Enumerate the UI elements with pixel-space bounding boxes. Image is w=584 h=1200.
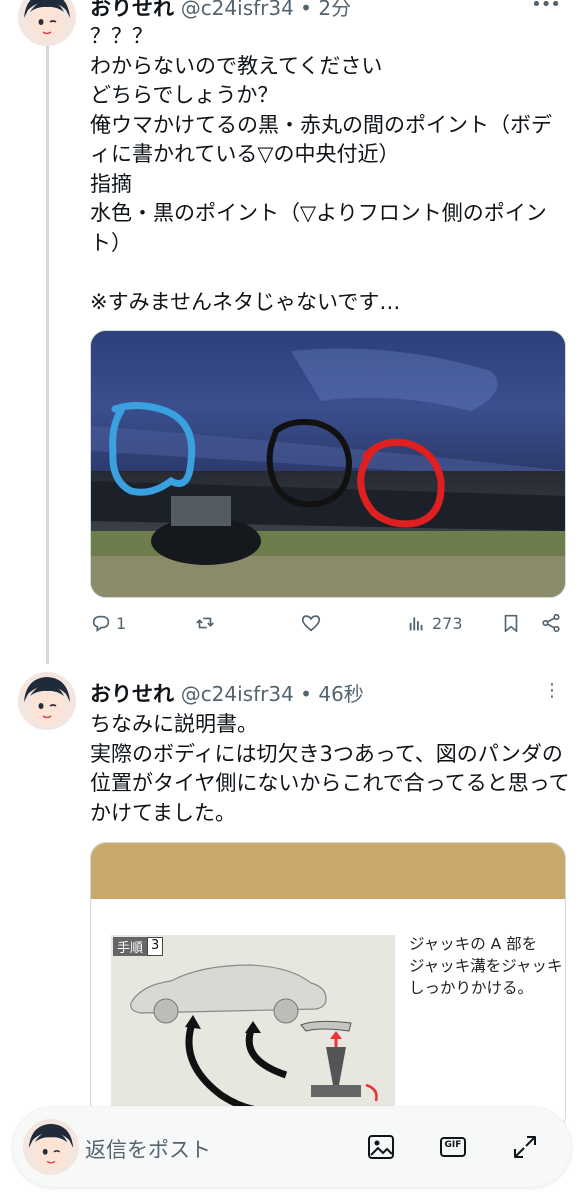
separator-dot: • xyxy=(293,682,319,706)
car-jack-diagram xyxy=(130,964,378,1115)
views-button[interactable]: 273 xyxy=(406,612,463,634)
reply-icon xyxy=(92,615,110,632)
gif-label: GIF xyxy=(444,1140,462,1150)
manual-illustration: 手順 3 xyxy=(111,935,395,1115)
bookmark-icon xyxy=(504,614,518,633)
handle[interactable]: @c24isfr34 xyxy=(181,0,294,20)
avatar xyxy=(23,1119,79,1175)
expand-button[interactable] xyxy=(509,1131,541,1163)
avatar-image xyxy=(18,0,76,46)
image-icon xyxy=(368,1135,394,1159)
views-chart-icon xyxy=(409,617,423,631)
handle[interactable]: @c24isfr34 xyxy=(181,682,294,706)
heart-icon xyxy=(301,615,321,632)
avatar[interactable] xyxy=(18,0,76,46)
tweet-header: おりせれ @c24isfr34 • 2分 xyxy=(90,0,351,22)
reply-input[interactable]: 返信をポスト xyxy=(85,1134,211,1164)
gif-button[interactable]: GIF xyxy=(437,1131,469,1163)
like-button[interactable] xyxy=(300,612,326,634)
views-count: 273 xyxy=(432,613,463,633)
manual-instructions: ジャッキの A 部を ジャッキ溝をジャッキ しっかりかける。 xyxy=(409,933,562,999)
manual-header-band xyxy=(91,843,565,899)
instruction-line: しっかりかける。 xyxy=(409,979,534,997)
tweet-header: おりせれ @c24isfr34 • 46秒 xyxy=(90,678,364,708)
avatar[interactable] xyxy=(18,672,76,730)
instruction-line: ジャッキの A 部を xyxy=(409,935,538,953)
reply-composer-bar[interactable]: 返信をポスト GIF xyxy=(12,1106,572,1188)
tweet-media[interactable]: 手順 3 ジャッキの A 部を ジャッキ溝をジャッキ しっかりかける。 xyxy=(90,842,566,1132)
display-name[interactable]: おりせれ xyxy=(90,0,174,20)
timestamp[interactable]: 2分 xyxy=(318,0,351,20)
more-options-icon[interactable]: ⋮ xyxy=(543,680,561,701)
tweet-text: ？？？ わからないので教えてください どちらでしょうか？ 俺ウマかけてるの黒・赤… xyxy=(90,24,552,314)
repost-icon xyxy=(196,617,214,629)
bookmark-button[interactable] xyxy=(500,612,522,634)
reply-count: 1 xyxy=(116,613,127,633)
car-photo-with-circles xyxy=(91,331,565,597)
avatar-image xyxy=(23,1119,79,1175)
avatar-image xyxy=(18,672,76,730)
repost-button[interactable] xyxy=(194,612,220,634)
thread-line xyxy=(46,44,49,664)
tweet-text: ちなみに説明書。 実際のボディには切欠き3つあって、図のパンダの位置がタイヤ側に… xyxy=(90,712,570,825)
expand-icon xyxy=(514,1136,536,1158)
share-button[interactable] xyxy=(540,612,562,634)
image-button[interactable] xyxy=(365,1131,397,1163)
instruction-line: ジャッキ溝をジャッキ xyxy=(409,957,563,975)
display-name[interactable]: おりせれ xyxy=(90,682,174,706)
more-options-icon[interactable]: ••• xyxy=(531,0,561,15)
reply-button[interactable]: 1 xyxy=(90,612,126,634)
separator-dot: • xyxy=(293,0,319,20)
share-icon xyxy=(542,613,560,633)
tweet-media[interactable] xyxy=(90,330,566,598)
timestamp[interactable]: 46秒 xyxy=(318,682,363,706)
tweet-actions: 1 273 xyxy=(90,612,566,642)
